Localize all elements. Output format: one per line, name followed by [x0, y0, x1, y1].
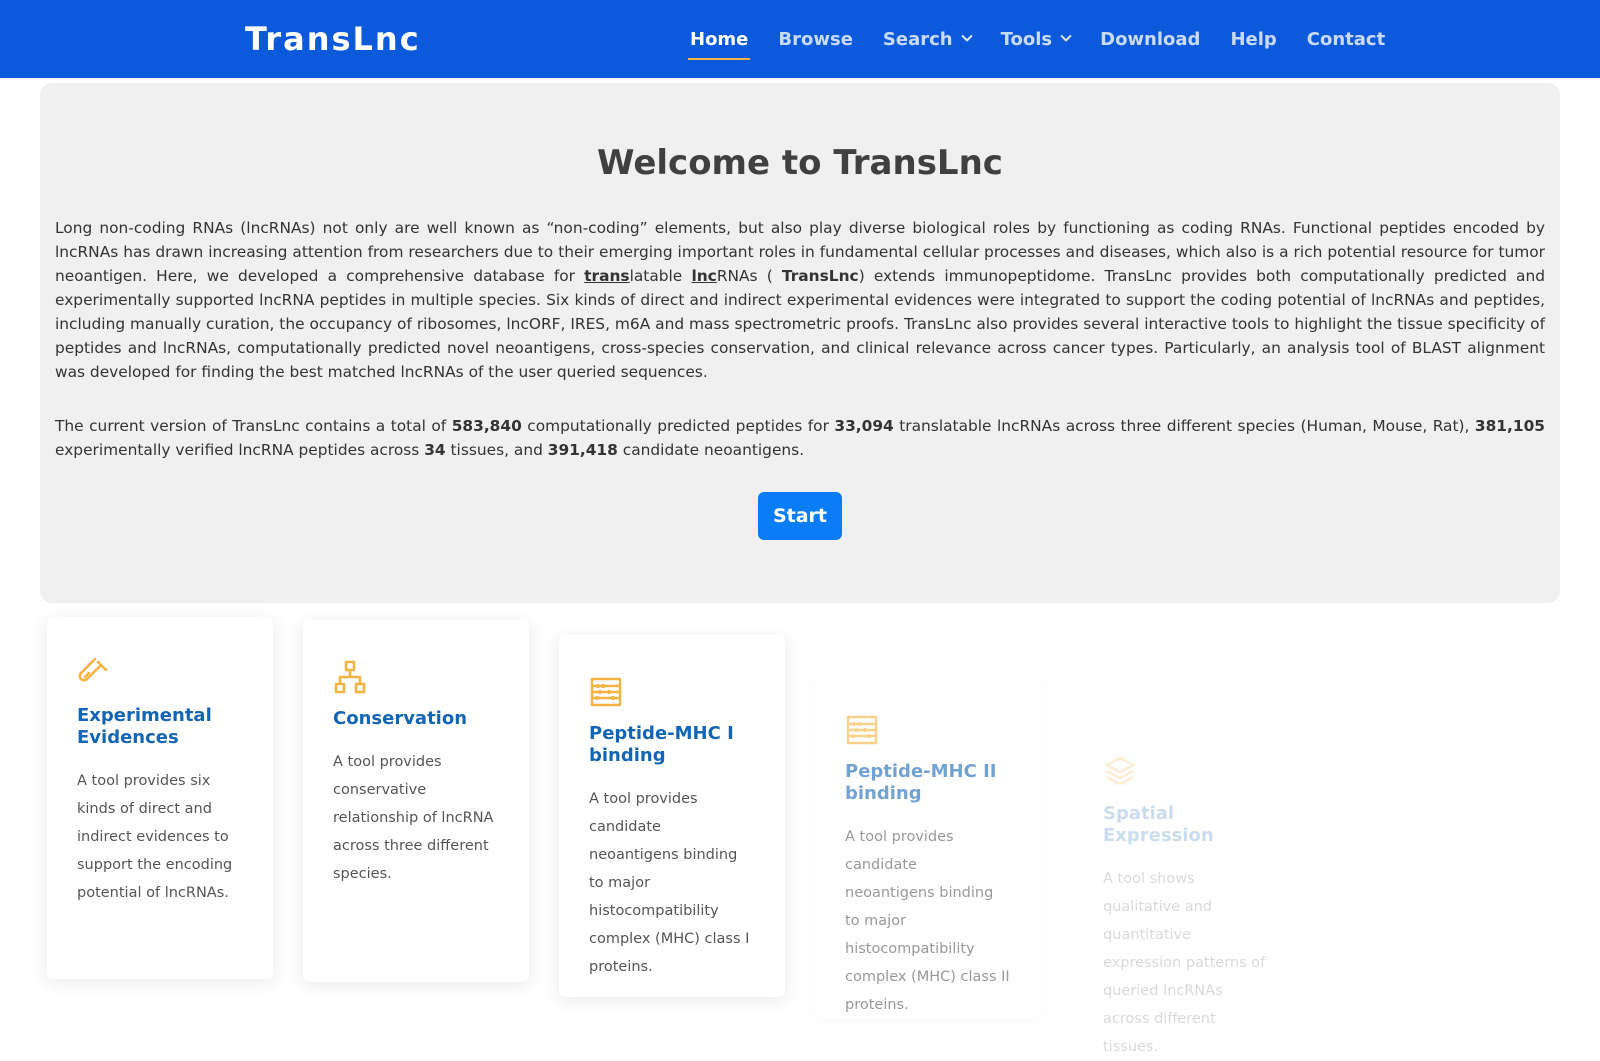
nav-search-label: Search — [882, 28, 953, 50]
nav-tools-dropdown[interactable]: Tools — [1000, 19, 1072, 59]
intro-paragraph: Long non-coding RNAs (lncRNAs) not only … — [55, 216, 1545, 384]
nav-contact-label: Contact — [1306, 28, 1386, 50]
stats-text-6: candidate neoantigens. — [617, 441, 805, 459]
page-title: Welcome to TransLnc — [597, 143, 1003, 183]
main-nav: Home Browse Search Tools Download Help C… — [687, 0, 1415, 78]
nav-download[interactable]: Download — [1100, 19, 1200, 59]
chevron-down-icon — [1060, 30, 1072, 42]
intro-latable: latable — [629, 267, 692, 285]
card-description: A tool provides candidate neoantigens bi… — [589, 791, 750, 975]
nav-tools-label: Tools — [1000, 28, 1053, 50]
nav-home[interactable]: Home — [687, 19, 751, 60]
stats-text-5: tissues, and — [445, 441, 548, 459]
abacus-icon — [846, 715, 878, 745]
card-title: Peptide-MHC II binding — [845, 761, 997, 804]
card-peptide-mhc-ii[interactable]: Peptide-MHC II binding A tool provides c… — [815, 673, 1041, 1018]
abacus-icon — [590, 677, 622, 707]
card-description: A tool provides conservative relationshi… — [333, 754, 494, 882]
stat-neoantigens: 391,418 — [547, 441, 618, 459]
card-description: A tool provides six kinds of direct and … — [77, 773, 233, 901]
nav-home-label: Home — [690, 28, 749, 50]
intro-translnc-name: TransLnc — [781, 267, 859, 285]
stat-verified-peptides: 381,105 — [1474, 417, 1545, 435]
hierarchy-icon — [334, 660, 366, 694]
card-description: A tool shows qualitative and quantitativ… — [1103, 871, 1266, 1055]
top-navbar: TransLnc Home Browse Search Tools Downlo… — [0, 0, 1600, 78]
nav-download-label: Download — [1100, 28, 1201, 50]
nav-browse[interactable]: Browse — [778, 19, 853, 59]
card-peptide-mhc-i[interactable]: Peptide-MHC I binding A tool provides ca… — [559, 635, 785, 997]
card-description: A tool provides candidate neoantigens bi… — [845, 829, 1010, 1013]
stats-text-3: translatable lncRNAs across three differ… — [893, 417, 1475, 435]
stat-translatable-lncrnas: 33,094 — [834, 417, 894, 435]
site-logo[interactable]: TransLnc — [245, 18, 421, 60]
nav-contact[interactable]: Contact — [1307, 19, 1385, 59]
card-conservation[interactable]: Conservation A tool provides conservativ… — [303, 620, 529, 982]
intro-lnc-emphasis: lnc — [691, 267, 717, 285]
nav-help-label: Help — [1230, 28, 1277, 50]
test-tube-icon — [78, 657, 108, 682]
card-title: Conservation — [333, 708, 468, 729]
chevron-down-icon — [960, 30, 973, 42]
card-spatial-expression[interactable]: Spatial Expression A tool shows qualitat… — [1073, 715, 1299, 1055]
stat-predicted-peptides: 583,840 — [451, 417, 522, 435]
start-button[interactable]: Start — [758, 492, 842, 540]
card-experimental-evidences[interactable]: Experimental Evidences A tool provides s… — [47, 617, 273, 979]
card-title: Spatial Expression — [1103, 803, 1214, 846]
stat-tissues: 34 — [424, 441, 446, 459]
nav-help[interactable]: Help — [1230, 19, 1276, 59]
stats-text-2: computationally predicted peptides for — [521, 417, 835, 435]
nav-browse-label: Browse — [778, 28, 853, 50]
stats-paragraph: The current version of TransLnc contains… — [55, 414, 1545, 462]
nav-search-dropdown[interactable]: Search — [882, 19, 973, 59]
card-title: Peptide-MHC I binding — [589, 723, 734, 766]
stats-text-4: experimentally verified lncRNA peptides … — [55, 441, 425, 459]
stats-text-1: The current version of TransLnc contains… — [55, 417, 452, 435]
card-title: Experimental Evidences — [77, 705, 212, 748]
intro-rnas: RNAs ( — [716, 267, 782, 285]
intro-trans-emphasis: trans — [584, 267, 630, 285]
welcome-panel: Welcome to TransLnc Long non-coding RNAs… — [40, 83, 1560, 603]
layers-icon — [1104, 756, 1136, 786]
